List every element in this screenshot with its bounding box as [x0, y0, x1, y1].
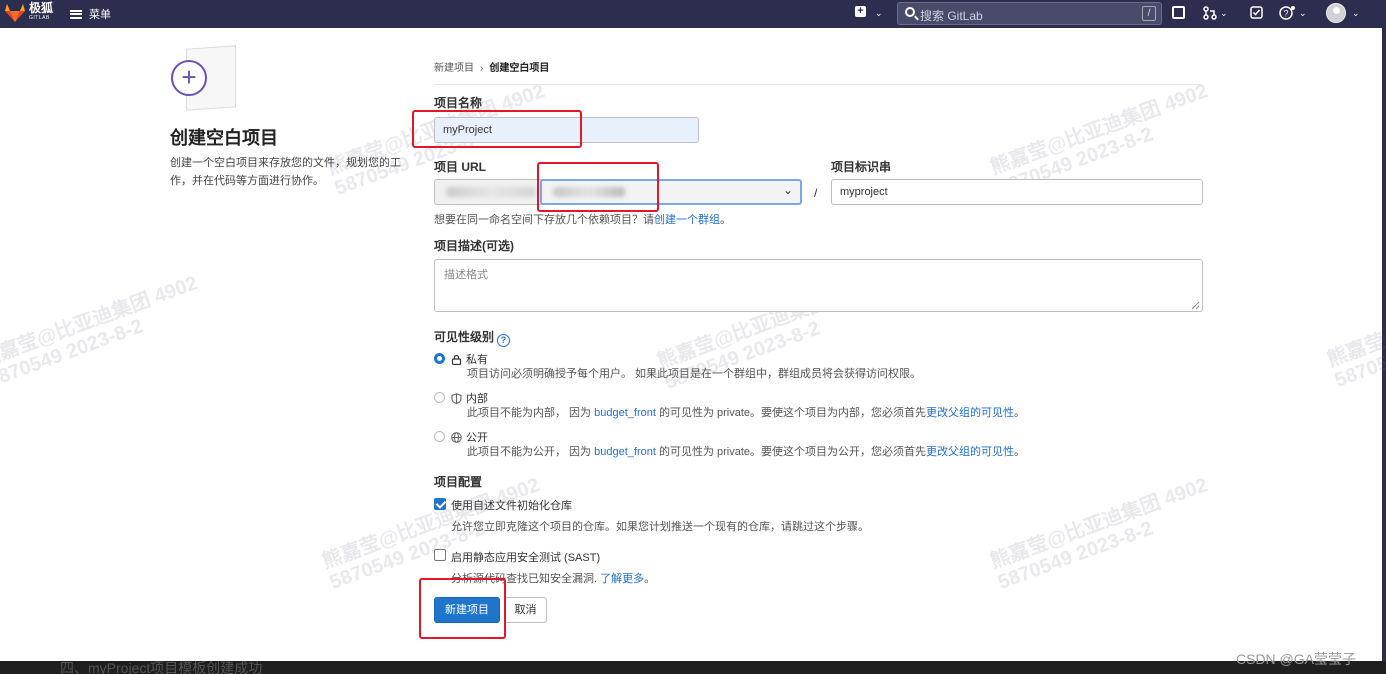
visibility-private-desc: 项目访问必须明确授予每个用户。 如果此项目是在一个群组中，群组成员将会获得访问权…: [467, 368, 922, 380]
question-icon[interactable]: ?: [497, 334, 511, 347]
breadcrumb-current: 创建空白项目: [489, 63, 550, 74]
sast-checkbox[interactable]: [434, 549, 446, 561]
project-desc-textarea[interactable]: 描述格式: [434, 259, 1203, 312]
visibility-internal-desc: 此项目不能为内部， 因为 budget_front 的可见性为 private。…: [467, 407, 1026, 419]
lock-icon: [451, 354, 462, 365]
plus-circle-icon: +: [171, 60, 207, 96]
create-group-link[interactable]: 创建一个群组: [654, 214, 720, 226]
project-slug-input[interactable]: myproject: [831, 179, 1203, 205]
project-desc-label: 项目描述(可选): [434, 239, 514, 253]
search-shortcut-key: /: [1142, 6, 1156, 21]
cut-off-caption: 四、myProject项目模板创建成功: [60, 660, 263, 674]
scrollbar-track: [1382, 28, 1386, 674]
visibility-label: 可见性级别?: [434, 328, 511, 347]
brand-logo[interactable]: 极狐 GITLAB: [4, 1, 54, 23]
project-name-label: 项目名称: [434, 96, 483, 110]
chevron-down-icon[interactable]: ⌄: [875, 8, 883, 19]
breadcrumb: 新建项目 › 创建空白项目: [434, 59, 549, 74]
watermark: 熊嘉莹@比亚迪集团 49025870549 2023-8-2: [0, 272, 201, 392]
visibility-internal-radio[interactable]: [434, 392, 445, 403]
annotation-box-name: [412, 110, 582, 148]
csdn-watermark: CSDN @GA莹莹子: [1236, 651, 1356, 667]
search-input[interactable]: 搜索 GitLab /: [897, 2, 1162, 25]
new-item-icon[interactable]: +: [855, 6, 866, 17]
budget-front-link[interactable]: budget_front: [594, 407, 656, 419]
group-help-text: 想要在同一命名空间下存放几个依赖项目？请创建一个群组。: [434, 214, 731, 226]
top-navbar: 极狐 GITLAB 菜单 + ⌄ 搜索 GitLab / ⌄ ? ⌄ ⌄: [0, 0, 1386, 28]
cancel-button[interactable]: 取消: [504, 597, 547, 623]
shield-icon: [451, 392, 462, 404]
chevron-down-icon[interactable]: ⌄: [1299, 8, 1307, 19]
redacted-url: [446, 187, 536, 197]
visibility-public-radio[interactable]: [434, 431, 445, 442]
change-parent-visibility-link[interactable]: 更改父组的可见性: [926, 407, 1014, 419]
bottom-bar: 四、myProject项目模板创建成功: [0, 660, 1386, 674]
budget-front-link[interactable]: budget_front: [594, 446, 656, 458]
panel-description: 创建一个空白项目来存放您的文件，规划您的工作，并在代码等方面进行协作。: [170, 157, 401, 187]
annotation-box-namespace: [537, 162, 659, 212]
project-config-label: 项目配置: [434, 475, 483, 489]
resize-handle-icon[interactable]: [1190, 300, 1200, 310]
todo-check-icon[interactable]: [1250, 6, 1263, 19]
chevron-down-icon[interactable]: ⌄: [783, 183, 793, 197]
breadcrumb-separator: ›: [480, 63, 484, 74]
user-avatar[interactable]: [1326, 3, 1346, 23]
help-icon[interactable]: ?: [1279, 5, 1295, 21]
search-placeholder: 搜索 GitLab: [920, 9, 983, 23]
readme-label: 使用自述文件初始化仓库: [451, 500, 572, 512]
visibility-public-desc: 此项目不能为公开， 因为 budget_front 的可见性为 private。…: [467, 446, 1026, 458]
menu-label: 菜单: [89, 9, 111, 21]
search-icon: [905, 7, 915, 17]
chevron-down-icon[interactable]: ⌄: [1220, 8, 1228, 19]
divider: [434, 84, 1202, 85]
issues-edit-icon[interactable]: [1172, 6, 1185, 19]
globe-icon: [451, 431, 462, 443]
chevron-down-icon[interactable]: ⌄: [1352, 8, 1360, 19]
brand-name: 极狐: [29, 1, 54, 15]
watermark: 熊嘉莹@比亚迪集团 49025870549 2023-8-2: [987, 474, 1211, 594]
visibility-private-radio[interactable]: [434, 353, 445, 364]
readme-checkbox[interactable]: [434, 498, 446, 510]
readme-desc: 允许您立即克隆这个项目的仓库。如果您计划推送一个现有的仓库，请跳过这个步骤。: [451, 521, 869, 533]
fox-logo-icon: [5, 4, 25, 22]
project-slug-label: 项目标识串: [831, 160, 892, 174]
sast-label: 启用静态应用安全测试 (SAST): [451, 552, 601, 564]
breadcrumb-parent[interactable]: 新建项目: [434, 63, 474, 74]
learn-more-link[interactable]: 了解更多: [600, 573, 644, 585]
menu-button[interactable]: 菜单: [70, 6, 111, 22]
merge-request-icon[interactable]: [1203, 6, 1217, 20]
hamburger-icon: [70, 9, 82, 19]
annotation-box-create: [419, 578, 506, 639]
change-parent-visibility-link[interactable]: 更改父组的可见性: [926, 446, 1014, 458]
brand-subname: GITLAB: [29, 15, 50, 21]
project-url-label: 项目 URL: [434, 160, 486, 174]
watermark: 熊嘉莹@比亚迪集团 49025870549 2023-8-2: [1324, 272, 1386, 392]
path-separator: /: [814, 186, 818, 200]
panel-title: 创建空白项目: [170, 128, 278, 148]
svg-text:?: ?: [1283, 9, 1288, 19]
